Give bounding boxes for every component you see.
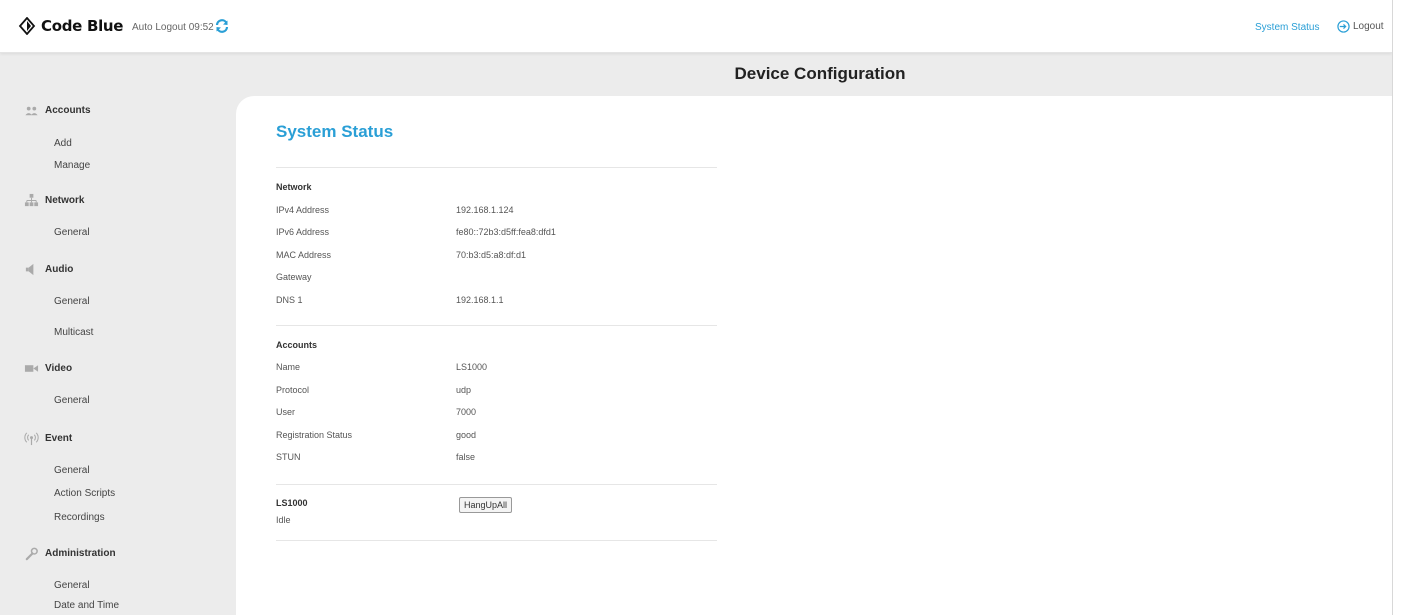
sidebar-label-audio: Audio (45, 264, 74, 275)
brand-name: Code Blue (41, 17, 124, 35)
sidebar-item-video-general[interactable]: General (54, 395, 90, 406)
top-bar: Code Blue Auto Logout 09:52 System Statu… (0, 0, 1392, 53)
sidebar-item-audio-multicast[interactable]: Multicast (54, 327, 93, 338)
divider (276, 325, 717, 326)
sidebar-label-network: Network (45, 195, 85, 206)
sidebar-item-event-recordings[interactable]: Recordings (54, 512, 105, 523)
sidebar-item-admin-date-time[interactable]: Date and Time (54, 600, 119, 611)
sidebar-section-audio[interactable]: Audio (24, 262, 73, 277)
main-panel (236, 96, 1392, 615)
video-camera-icon (24, 365, 39, 372)
sidebar-section-administration[interactable]: Administration (24, 546, 116, 561)
accounts-heading: Accounts (276, 340, 318, 350)
sidebar-item-event-action-scripts[interactable]: Action Scripts (54, 488, 115, 499)
system-status-title: System Status (276, 122, 394, 141)
sidebar-item-admin-general[interactable]: General (54, 580, 90, 591)
sidebar-item-audio-general[interactable]: General (54, 296, 90, 307)
logo[interactable]: Code Blue (18, 17, 123, 35)
stun-value: false (456, 452, 476, 462)
line-state: Idle (276, 515, 291, 525)
right-edge (1392, 0, 1407, 615)
page-title: Device Configuration (734, 64, 906, 83)
sidebar-label-video: Video (45, 363, 73, 374)
logout-label: Logout (1353, 21, 1384, 32)
sidebar-item-network-general[interactable]: General (54, 227, 90, 238)
sidebar-label-administration: Administration (45, 548, 116, 559)
refresh-icon[interactable] (214, 18, 230, 34)
auto-logout: Auto Logout 09:52 (132, 22, 214, 33)
protocol-label: Protocol (276, 385, 310, 395)
users-icon (25, 106, 38, 116)
protocol-value: udp (456, 385, 472, 395)
divider (276, 167, 717, 168)
sidebar-label-event: Event (45, 433, 73, 444)
ipv4-label: IPv4 Address (276, 205, 330, 215)
account-name-value: LS1000 (456, 362, 488, 372)
gateway-label: Gateway (276, 272, 312, 282)
user-value: 7000 (456, 407, 477, 417)
auto-logout-label: Auto Logout (132, 22, 186, 33)
sidebar-section-video[interactable]: Video (24, 361, 72, 376)
auto-logout-time: 09:52 (188, 22, 214, 33)
mac-label: MAC Address (276, 250, 332, 260)
logout-button[interactable]: Logout (1337, 20, 1384, 33)
user-label: User (276, 407, 296, 417)
stun-label: STUN (276, 452, 301, 462)
sidebar-item-event-general[interactable]: General (54, 465, 90, 476)
line-name: LS1000 (276, 498, 308, 508)
ipv6-label: IPv6 Address (276, 227, 330, 237)
network-icon (24, 193, 39, 207)
wrench-icon (25, 547, 38, 561)
ipv4-value: 192.168.1.124 (456, 205, 514, 215)
sidebar-section-event[interactable]: Event (24, 431, 72, 446)
divider (276, 540, 717, 541)
hangup-all-button[interactable]: HangUpAll (459, 497, 513, 513)
logout-icon (1337, 20, 1350, 33)
dns1-value: 192.168.1.1 (456, 295, 504, 305)
sidebar-item-accounts-add[interactable]: Add (54, 138, 72, 149)
registration-status-value: good (456, 430, 477, 440)
dns1-label: DNS 1 (276, 295, 303, 305)
sidebar-section-network[interactable]: Network (24, 193, 84, 208)
account-name-label: Name (276, 362, 301, 372)
speaker-icon (25, 263, 34, 276)
nav-system-status[interactable]: System Status (1255, 22, 1319, 33)
code-blue-logo-icon (18, 17, 36, 35)
sidebar-item-accounts-manage[interactable]: Manage (54, 160, 90, 171)
sidebar-section-accounts[interactable]: Accounts (24, 103, 91, 118)
sidebar-label-accounts: Accounts (45, 105, 91, 116)
ipv6-value: fe80::72b3:d5ff:fea8:dfd1 (456, 227, 556, 237)
broadcast-icon (24, 432, 39, 446)
divider (276, 484, 717, 485)
registration-status-label: Registration Status (276, 430, 353, 440)
network-heading: Network (276, 182, 312, 192)
mac-value: 70:b3:d5:a8:df:d1 (456, 250, 527, 260)
